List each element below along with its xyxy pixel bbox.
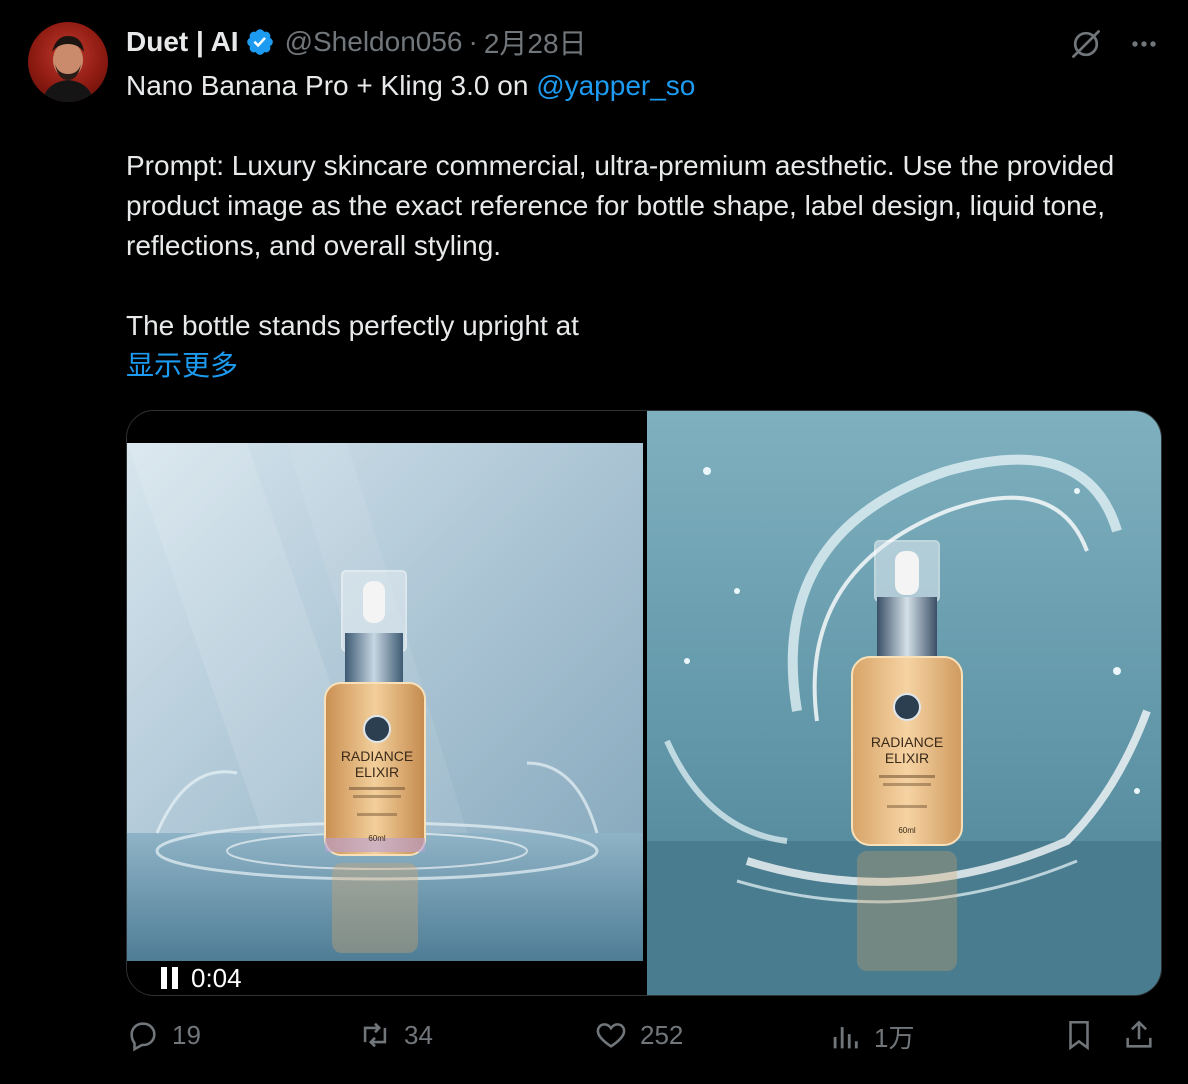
heart-icon xyxy=(596,1023,626,1048)
tweet-paragraph-prompt: Prompt: Luxury skincare commercial, ultr… xyxy=(126,150,1115,261)
video-player[interactable]: RADIANCE ELIXIR 60ml 0:04 xyxy=(127,411,643,995)
video-frame[interactable]: RADIANCE ELIXIR 60ml 0:04 xyxy=(127,443,643,995)
bookmark-icon xyxy=(1069,1020,1089,1051)
video-thumbnail: RADIANCE ELIXIR 60ml xyxy=(127,443,643,961)
verified-badge-icon xyxy=(245,27,275,57)
tweet-line-1-text: Nano Banana Pro + Kling 3.0 on xyxy=(126,70,537,101)
bottle-label-volume-right: 60ml xyxy=(898,826,916,835)
display-name[interactable]: Duet | AI xyxy=(126,26,239,58)
more-options-icon[interactable] xyxy=(1124,24,1164,64)
like-button[interactable]: 252 xyxy=(594,1018,683,1052)
tweet-top-actions xyxy=(1066,24,1164,64)
show-more-link[interactable]: 显示更多 xyxy=(126,346,1126,386)
views-button[interactable]: 1万 xyxy=(828,1018,914,1055)
share-icon xyxy=(1126,1020,1152,1048)
bottle-label-elixir-right: ELIXIR xyxy=(885,750,929,766)
tweet-paragraph-continued: The bottle stands perfectly upright at xyxy=(126,310,579,341)
repost-count: 34 xyxy=(404,1019,433,1050)
author-handle[interactable]: @Sheldon056 xyxy=(285,26,463,58)
video-controls: 0:04 xyxy=(151,961,252,995)
reply-button[interactable]: 19 xyxy=(126,1018,201,1052)
reply-count: 19 xyxy=(172,1019,201,1050)
view-count: 1万 xyxy=(874,1023,915,1053)
tweet-line-1: Nano Banana Pro + Kling 3.0 on @yapper_s… xyxy=(126,66,1126,106)
share-button[interactable] xyxy=(1122,1018,1156,1052)
reply-icon xyxy=(130,1022,156,1052)
product-image: RADIANCE ELIXIR 60ml xyxy=(647,411,1161,995)
bottle-label-elixir: ELIXIR xyxy=(355,764,399,780)
separator-dot: · xyxy=(468,26,478,57)
media-grid: RADIANCE ELIXIR 60ml 0:04 RADIANCE ELIXI… xyxy=(126,410,1162,996)
tweet-text: Nano Banana Pro + Kling 3.0 on @yapper_s… xyxy=(126,66,1126,386)
bookmark-button[interactable] xyxy=(1062,1018,1096,1052)
bottle-label-radiance: RADIANCE xyxy=(341,748,413,764)
repost-icon xyxy=(363,1022,387,1048)
image-thumbnail[interactable]: RADIANCE ELIXIR 60ml xyxy=(647,411,1161,995)
analytics-icon xyxy=(833,1026,858,1048)
bottle-label-radiance-right: RADIANCE xyxy=(871,734,943,750)
mention-link[interactable]: @yapper_so xyxy=(536,70,695,101)
grok-icon[interactable] xyxy=(1066,24,1106,64)
avatar[interactable] xyxy=(28,22,108,102)
tweet-header: Duet | AI @Sheldon056 · 2月28日 xyxy=(126,22,587,62)
pause-icon[interactable] xyxy=(161,967,179,989)
post-timestamp[interactable]: 2月28日 xyxy=(484,22,587,62)
video-time: 0:04 xyxy=(191,962,242,993)
avatar-image xyxy=(42,36,94,102)
tweet-action-bar: 19 34 252 1万 xyxy=(126,1018,1166,1064)
like-count: 252 xyxy=(640,1019,684,1050)
bottle-label-volume: 60ml xyxy=(368,834,386,843)
repost-button[interactable]: 34 xyxy=(358,1018,433,1052)
